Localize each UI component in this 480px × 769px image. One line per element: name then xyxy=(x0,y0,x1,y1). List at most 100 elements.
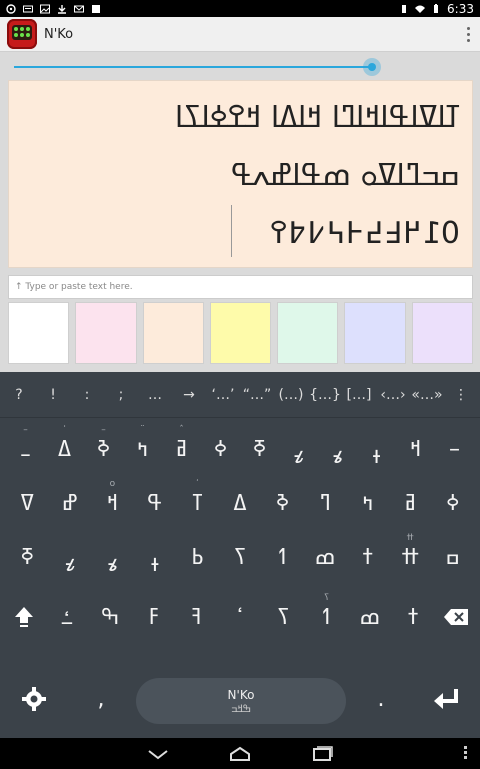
letter-key[interactable]: ߟ xyxy=(134,476,177,530)
letter-key[interactable]: ߓ xyxy=(132,590,175,644)
slider-thumb[interactable] xyxy=(363,58,381,76)
letter-key[interactable]: ߦ xyxy=(201,422,240,476)
swatch-mint[interactable] xyxy=(277,302,339,364)
background-color-swatches xyxy=(8,302,473,364)
letter-key[interactable]: – xyxy=(435,422,474,476)
suggestion-key[interactable]: “…” xyxy=(240,387,274,403)
key-char: ߨ xyxy=(293,438,304,463)
letter-key[interactable]: ¨ ߤ xyxy=(123,422,162,476)
period-key[interactable]: . xyxy=(346,672,416,726)
key-char: ߵ xyxy=(236,604,244,630)
letter-key[interactable]: ߪ xyxy=(134,530,177,584)
key-hint: ߖ xyxy=(323,593,330,603)
letter-key[interactable]: ߖ xyxy=(262,590,305,644)
letter-key[interactable]: – ߺ xyxy=(6,422,45,476)
text-size-slider[interactable] xyxy=(14,58,381,76)
shift-key[interactable] xyxy=(2,590,45,644)
battery-icon xyxy=(434,3,439,13)
letter-key[interactable]: ߘ xyxy=(304,530,347,584)
letter-key[interactable]: ߨ xyxy=(49,530,92,584)
suggestion-key[interactable]: → xyxy=(172,387,206,403)
letter-key[interactable]: ߙ xyxy=(346,530,389,584)
space-key-label: N'Ko xyxy=(227,687,255,702)
letter-key[interactable]: ߑ xyxy=(45,590,88,644)
suggestion-key[interactable]: ; xyxy=(104,387,138,403)
text-input[interactable] xyxy=(15,282,466,292)
letter-key[interactable]: ߧ xyxy=(6,530,49,584)
swatch-lilac[interactable] xyxy=(411,302,473,364)
letter-key[interactable]: ߵߠ xyxy=(176,476,219,530)
display-line: ߠߊߜߊߟߊߞߊߣߊ ߞߊߡߊ ߞߐߦߊߖߊ xyxy=(174,100,460,135)
clock: 6:33 xyxy=(447,1,474,16)
key-char: ߠ xyxy=(192,490,203,516)
app-logo-icon[interactable] xyxy=(7,19,37,49)
swatch-yellow[interactable] xyxy=(209,302,272,364)
letter-key[interactable]: ߒ xyxy=(89,590,132,644)
letter-key[interactable]: ߥ xyxy=(389,476,432,530)
letter-key[interactable]: ߔ xyxy=(175,590,218,644)
nav-overflow-icon[interactable] xyxy=(464,746,468,759)
battery-saver-icon xyxy=(402,4,407,13)
suggestion-key[interactable]: «…» xyxy=(410,387,444,403)
letter-key[interactable]: ߦ xyxy=(431,476,474,530)
back-button[interactable] xyxy=(145,744,171,764)
letter-key[interactable]: ߞ xyxy=(396,422,435,476)
key-char: ߘ xyxy=(314,544,336,570)
letter-key[interactable]: ߧ xyxy=(240,422,279,476)
suggestion-key[interactable]: ! xyxy=(36,387,70,403)
suggestion-key[interactable]: … xyxy=(138,387,172,403)
square-icon xyxy=(92,4,100,13)
letter-key[interactable]: ߵ xyxy=(218,590,261,644)
key-char: ߢ xyxy=(276,490,290,516)
letter-key[interactable]: ߵߡ xyxy=(45,422,84,476)
letter-key[interactable]: ߝ xyxy=(49,476,92,530)
suggestion-key[interactable]: ‘…’ xyxy=(206,387,240,403)
letter-key[interactable]: ߨ xyxy=(279,422,318,476)
swatch-pink[interactable] xyxy=(75,302,137,364)
slider-track[interactable] xyxy=(14,66,375,68)
key-char: ߢ xyxy=(96,436,111,462)
letter-key[interactable]: ߜ xyxy=(6,476,49,530)
suggestion-key[interactable]: : xyxy=(70,387,104,403)
backspace-key[interactable] xyxy=(435,590,478,644)
enter-key[interactable] xyxy=(416,672,478,726)
letter-key[interactable]: ߛ xyxy=(431,530,474,584)
home-button[interactable] xyxy=(227,744,253,764)
settings-key[interactable] xyxy=(2,672,66,726)
suggestion-key[interactable]: ‹…› xyxy=(376,387,410,403)
letter-key[interactable]: ߣ xyxy=(304,476,347,530)
letter-key[interactable]: ߡ xyxy=(219,476,262,530)
wifi-icon xyxy=(415,5,426,13)
letter-key[interactable]: ߕ xyxy=(176,530,219,584)
space-key-sublabel: ߒߞߏ xyxy=(230,703,252,715)
recents-button[interactable] xyxy=(309,744,335,764)
suggestion-key[interactable]: ? xyxy=(2,387,36,403)
letter-key[interactable]: ߙ xyxy=(391,590,434,644)
letter-key[interactable]: – ߢ xyxy=(84,422,123,476)
letter-key[interactable]: ߩ xyxy=(91,530,134,584)
letter-key[interactable]: ߚߚ xyxy=(389,530,432,584)
letter-key[interactable]: ߖ xyxy=(219,530,262,584)
letter-key[interactable]: ߢ xyxy=(261,476,304,530)
letter-key[interactable]: ߪ xyxy=(357,422,396,476)
comma-key[interactable]: , xyxy=(66,672,136,726)
swatch-white[interactable] xyxy=(8,302,70,364)
key-char: ߚ xyxy=(401,544,419,570)
letter-key[interactable]: ߖߗ xyxy=(305,590,348,644)
text-display[interactable]: ߠߊߜߊߟߊߞߊߣߊ ߞߊߡߊ ߞߐߦߊߖߊ ߛߏߣߊߜߋ ߘߟߊߝߍߟ ߀߁߂… xyxy=(8,80,473,268)
swatch-lavender[interactable] xyxy=(344,302,406,364)
letter-key[interactable]: ߗ xyxy=(261,530,304,584)
letter-key[interactable]: ߤ xyxy=(346,476,389,530)
suggestion-key[interactable]: {…} xyxy=(308,387,342,403)
letter-key[interactable]: ߩ xyxy=(318,422,357,476)
suggestion-key[interactable]: ⋮ xyxy=(444,387,478,403)
suggestion-key[interactable]: […] xyxy=(342,387,376,403)
letter-key[interactable]: ߘ xyxy=(348,590,391,644)
swatch-peach[interactable] xyxy=(142,302,204,364)
suggestion-key[interactable]: (…) xyxy=(274,387,308,403)
text-input-field[interactable] xyxy=(8,275,473,299)
letter-key[interactable]: oߞ xyxy=(91,476,134,530)
letter-key[interactable]: ˆߥ xyxy=(162,422,201,476)
overflow-menu-icon[interactable] xyxy=(456,19,480,49)
space-key[interactable]: N'Ko ߒߞߏ xyxy=(136,678,346,724)
